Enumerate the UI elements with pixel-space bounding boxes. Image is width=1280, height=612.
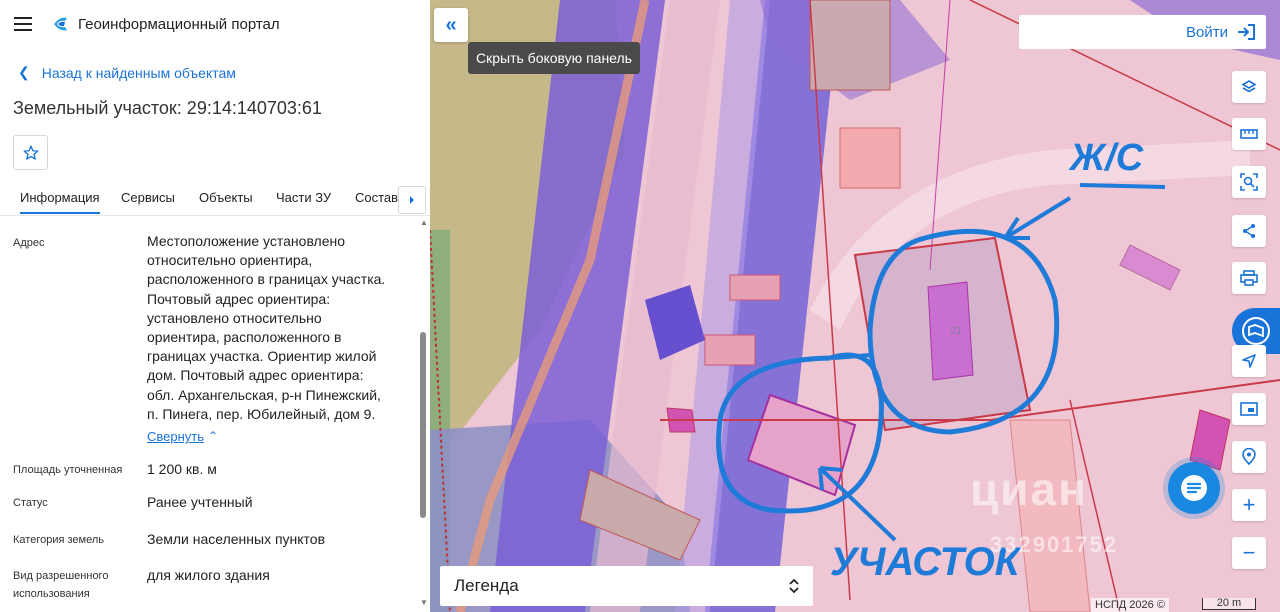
tab-services[interactable]: Сервисы (121, 190, 175, 205)
zoom-out-button[interactable]: − (1232, 537, 1266, 569)
legend-dropdown[interactable]: Легенда (440, 566, 813, 606)
area-label: Площадь уточненная (13, 464, 123, 476)
tabs-next-button[interactable] (398, 186, 426, 214)
scroll-up-icon[interactable]: ▲ (420, 218, 428, 227)
tab-objects[interactable]: Объекты (199, 190, 253, 205)
tab-parts[interactable]: Части ЗУ (276, 190, 331, 205)
print-button[interactable] (1232, 262, 1266, 294)
minimap-icon (1240, 402, 1258, 416)
ruler-button[interactable] (1232, 118, 1266, 150)
minimap-button[interactable] (1232, 393, 1266, 425)
share-button[interactable] (1232, 215, 1266, 247)
share-icon (1243, 224, 1255, 238)
login-icon (1238, 24, 1255, 40)
back-to-results-link[interactable]: ❮ Назад к найденным объектам (18, 64, 236, 81)
collapse-link[interactable]: Свернуть (147, 429, 204, 444)
print-icon (1240, 270, 1258, 286)
location-button[interactable] (1232, 441, 1266, 473)
ruler-icon (1240, 129, 1258, 139)
usage-label: Вид разрешенного использования (13, 570, 109, 600)
chat-icon (1181, 475, 1207, 501)
tab-bar: Информация Сервисы Объекты Части ЗУ Сост… (0, 184, 430, 216)
star-icon (23, 145, 38, 160)
status-value: Ранее учтенный (147, 494, 253, 510)
favorite-button[interactable] (13, 135, 48, 170)
location-pin-icon (1242, 448, 1256, 466)
map-canvas[interactable]: Ж/С УЧАСТОК 21 (430, 0, 1280, 612)
zoom-in-button[interactable]: + (1232, 489, 1266, 521)
tab-information[interactable]: Информация (20, 190, 100, 214)
scale-bar: 20 m (1202, 598, 1256, 610)
status-label: Статус (13, 497, 48, 509)
hide-panel-button[interactable]: « (434, 8, 468, 42)
side-panel: Геоинформационный портал ❮ Назад к найде… (0, 0, 430, 612)
area-select-icon (1240, 173, 1258, 191)
page-title: Земельный участок: 29:14:140703:61 (13, 98, 322, 118)
category-label: Категория земель (13, 534, 104, 546)
back-label: Назад к найденным объектам (41, 64, 236, 81)
portal-logo-icon (54, 17, 67, 31)
map-attribution[interactable]: НСПД 2026 © (1091, 598, 1169, 612)
scroll-thumb[interactable] (420, 332, 426, 518)
watermark-number: 332901752 (990, 532, 1119, 557)
tab-composition[interactable]: Состав (355, 190, 398, 205)
chevron-right-icon (410, 196, 414, 204)
menu-icon[interactable] (14, 17, 32, 31)
chat-button[interactable] (1168, 462, 1220, 514)
map-fold-icon (1242, 317, 1270, 345)
address-label: Адрес (13, 237, 45, 249)
top-bar: Геоинформационный портал (0, 0, 430, 48)
zoom-out-icon: − (1242, 540, 1256, 565)
address-value: Местоположение установлено относительно … (147, 233, 386, 422)
navigate-icon (1242, 354, 1256, 368)
legend-label: Легенда (454, 576, 519, 595)
scroll-down-icon[interactable]: ▼ (420, 598, 428, 607)
area-value: 1 200 кв. м (147, 461, 217, 477)
hide-panel-tooltip: Скрыть боковую панель (468, 42, 640, 74)
chevron-up-icon[interactable]: ⌃ (208, 429, 218, 443)
map-layers: Ж/С УЧАСТОК 21 (430, 0, 1280, 612)
category-value: Земли населенных пунктов (147, 531, 326, 547)
layers-icon (1241, 80, 1257, 93)
login-button[interactable]: Войти (1019, 15, 1266, 49)
chevron-left-icon: ❮ (18, 64, 30, 80)
double-chevron-left-icon: « (445, 13, 457, 36)
house-number: 21 (950, 325, 962, 337)
app-title: Геоинформационный портал (78, 15, 280, 33)
panel-scrollbar[interactable]: ▲ ▼ (419, 218, 428, 612)
annotation-zs: Ж/С (1068, 137, 1144, 179)
layers-button[interactable] (1232, 71, 1266, 103)
zoom-in-icon: + (1242, 492, 1256, 517)
area-select-button[interactable] (1232, 166, 1266, 198)
navigate-button[interactable] (1232, 345, 1266, 377)
usage-value: для жилого здания (147, 567, 270, 583)
expand-icon (789, 578, 799, 594)
watermark: циан (970, 463, 1088, 515)
login-label: Войти (1186, 23, 1228, 41)
